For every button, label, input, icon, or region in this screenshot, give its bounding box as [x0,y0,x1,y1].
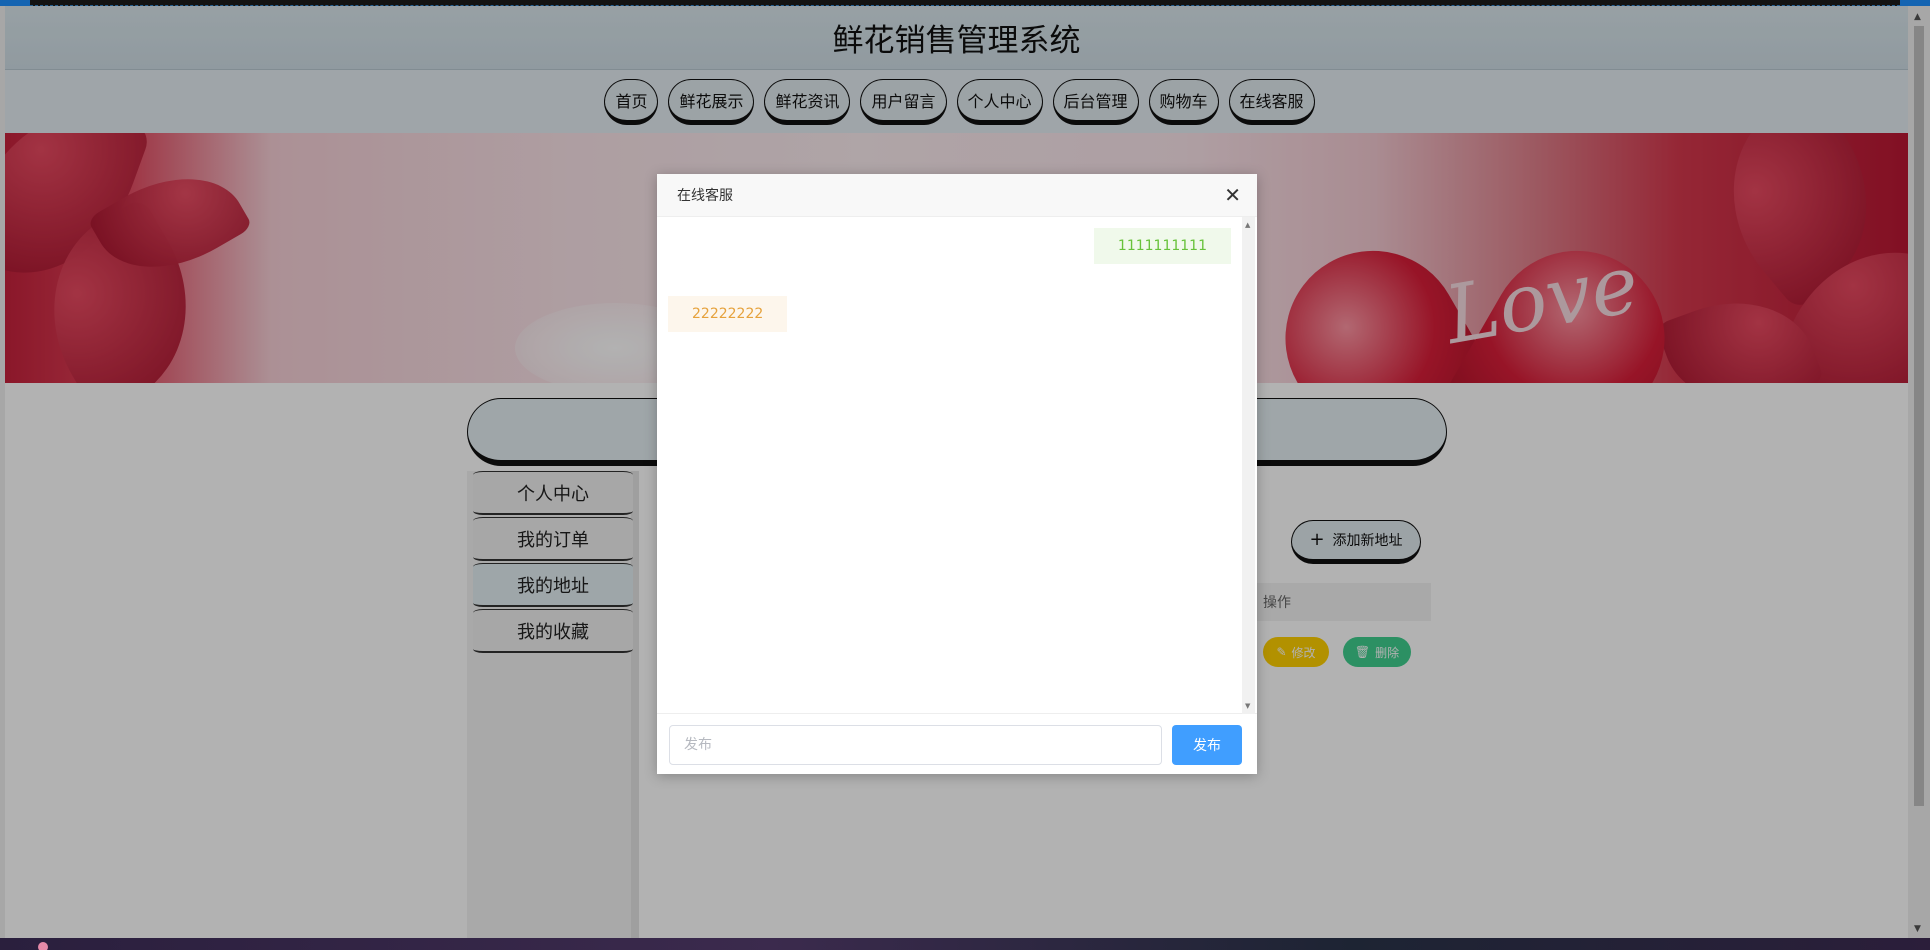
chat-message-received: 22222222 [668,296,788,332]
close-icon[interactable]: ✕ [1224,185,1241,205]
dialog-header: 在线客服 ✕ [657,174,1257,217]
message-input[interactable] [669,724,1162,765]
online-service-dialog: 在线客服 ✕ 1111111111 22222222 ▲ ▼ 发布 [657,174,1257,774]
taskbar [0,938,1930,950]
chat-messages: 1111111111 22222222 ▲ ▼ [657,217,1257,714]
dialog-footer: 发布 [657,715,1257,774]
chat-message-sent: 1111111111 [1093,228,1231,264]
scroll-up-icon[interactable]: ▲ [1245,221,1250,229]
chat-scrollbar[interactable]: ▲ ▼ [1242,217,1255,714]
taskbar-app-icon[interactable] [38,942,48,950]
scroll-down-icon[interactable]: ▼ [1245,702,1250,710]
dialog-title: 在线客服 [677,188,733,204]
publish-button[interactable]: 发布 [1172,724,1242,765]
